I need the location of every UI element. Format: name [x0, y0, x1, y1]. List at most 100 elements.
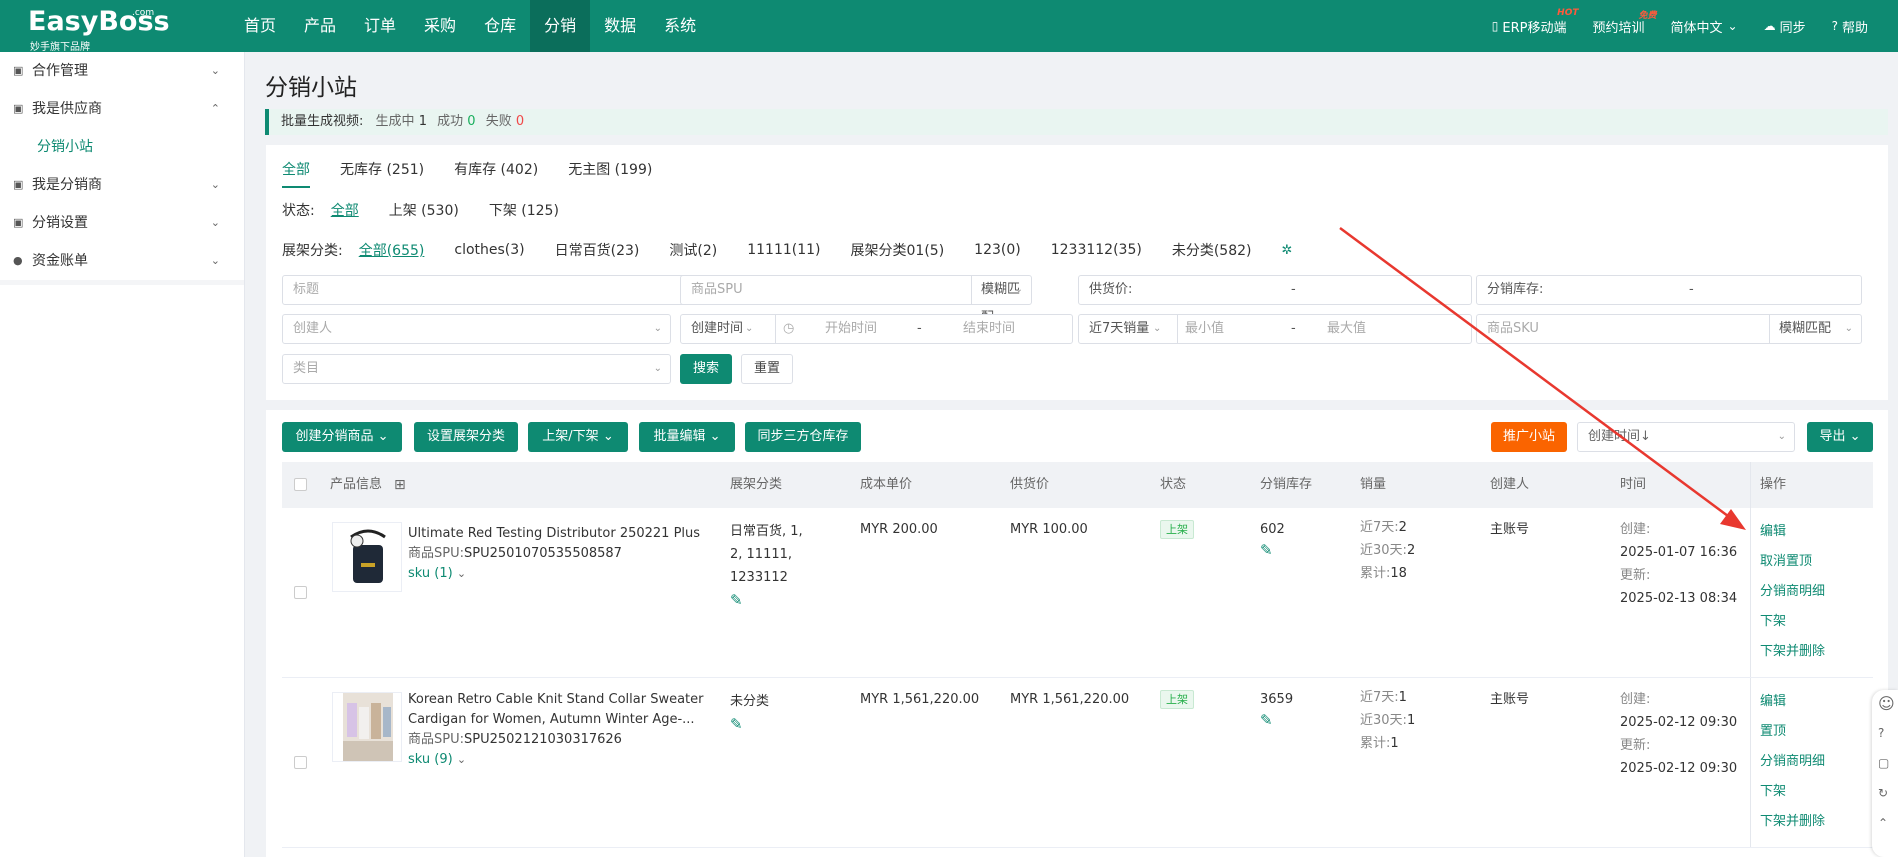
video-gen-notice: 批量生成视频: 生成中 1 成功 0 失败 0: [265, 109, 1888, 135]
product-thumbnail[interactable]: [332, 692, 402, 762]
product-name[interactable]: Korean Retro Cable Knit Stand Collar Swe…: [408, 690, 703, 710]
category-select[interactable]: 类目 ⌄: [282, 354, 671, 384]
erp-mobile-link[interactable]: ▯ ERP移动端 HOT: [1492, 8, 1579, 36]
nav-warehouse[interactable]: 仓库: [470, 0, 530, 52]
question-icon[interactable]: ?: [1878, 726, 1884, 740]
tab-all[interactable]: 全部: [282, 159, 310, 188]
title-input[interactable]: 标题: [282, 275, 686, 305]
product-name[interactable]: Ultimate Red Testing Distributor 250221 …: [408, 524, 700, 544]
sync-button[interactable]: ☁ 同步: [1764, 17, 1806, 36]
time-range-input[interactable]: 创建时间 ⌄ ◷ 开始时间 - 结束时间: [680, 314, 1073, 344]
product-name-line2[interactable]: Cardigan for Women, Autumn Winter Age-..…: [408, 710, 703, 730]
start-time-placeholder: 开始时间: [825, 321, 878, 336]
shelf-opt[interactable]: 测试(2): [669, 240, 717, 260]
shelf-opt[interactable]: 日常百货(23): [555, 240, 640, 260]
brand-logo[interactable]: EasyBoss .com 妙手旗下品牌: [28, 6, 170, 53]
sales-range-input[interactable]: 近7天销量 ⌄ 最小值 - 最大值: [1078, 314, 1472, 344]
nav-home[interactable]: 首页: [230, 0, 290, 52]
product-thumbnail[interactable]: [332, 522, 402, 592]
select-all-checkbox[interactable]: [294, 478, 307, 491]
tab-no-image[interactable]: 无主图 (199): [568, 159, 652, 188]
sidebar-item-settings[interactable]: ▣ 分销设置 ⌄: [0, 204, 244, 242]
create-product-button[interactable]: 创建分销商品 ⌄: [282, 422, 402, 452]
spu-input[interactable]: 商品SPU 模糊匹配 ⌄: [680, 275, 1032, 325]
sidebar-item-funds[interactable]: ● 资金账单 ⌄: [0, 242, 244, 280]
spu-placeholder: 商品SPU: [691, 282, 743, 297]
sidebar-item-supplier[interactable]: ▣ 我是供应商 ⌃: [0, 90, 244, 128]
chat-icon[interactable]: ▢: [1878, 756, 1889, 770]
batch-edit-button[interactable]: 批量编辑 ⌄: [639, 422, 735, 452]
refresh-icon[interactable]: ↻: [1878, 786, 1888, 800]
shelf-opt[interactable]: 全部(655): [359, 240, 425, 260]
edit-link[interactable]: 编辑: [1760, 522, 1786, 542]
status-on-shelf[interactable]: 上架 (530): [389, 200, 459, 220]
time-cell: 创建: 2025-02-12 09:30 更新: 2025-02-12 09:3…: [1620, 688, 1737, 780]
sidebar-item-cooperation[interactable]: ▣ 合作管理 ⌄: [0, 52, 244, 90]
nav-system[interactable]: 系统: [650, 0, 710, 52]
sku-toggle[interactable]: sku (9) ⌄: [408, 750, 703, 770]
tab-no-stock[interactable]: 无库存 (251): [340, 159, 424, 188]
expand-column-icon[interactable]: ⊞: [394, 462, 406, 508]
sku-input[interactable]: 商品SKU 模糊匹配 ⌄: [1476, 314, 1862, 344]
stock-range[interactable]: 分销库存: -: [1476, 275, 1862, 305]
sku-toggle[interactable]: sku (1) ⌄: [408, 564, 700, 584]
gear-icon[interactable]: ✲: [1281, 243, 1292, 258]
nav-order[interactable]: 订单: [350, 0, 410, 52]
status-off-shelf[interactable]: 下架 (125): [489, 200, 559, 220]
promote-site-button[interactable]: 推广小站: [1491, 422, 1567, 452]
range-dash: -: [1689, 282, 1694, 297]
reset-button[interactable]: 重置: [741, 354, 793, 384]
sku-match-select[interactable]: 模糊匹配: [1779, 315, 1831, 343]
shelf-opt[interactable]: 展架分类01(5): [851, 240, 945, 260]
nav-purchase[interactable]: 采购: [410, 0, 470, 52]
time-type-select[interactable]: 创建时间: [691, 321, 743, 336]
row-checkbox[interactable]: [294, 586, 307, 599]
take-down-delete-link[interactable]: 下架并删除: [1760, 812, 1825, 832]
column-divider: [1750, 462, 1751, 508]
shelf-opt[interactable]: 1233112(35): [1051, 242, 1142, 258]
help-button[interactable]: ? 帮助: [1832, 17, 1868, 36]
sort-select[interactable]: 创建时间↓ ⌄: [1577, 422, 1795, 452]
shelf-opt[interactable]: 11111(11): [747, 242, 820, 258]
edit-icon[interactable]: ✎: [1260, 540, 1285, 560]
sync-stock-button[interactable]: 同步三方仓库存: [745, 422, 861, 452]
take-down-link[interactable]: 下架: [1760, 782, 1786, 802]
row-checkbox[interactable]: [294, 756, 307, 769]
updown-button[interactable]: 上架/下架 ⌄: [528, 422, 628, 452]
sidebar-item-label: 分销设置: [32, 215, 88, 231]
support-avatar-icon[interactable]: ☺: [1878, 694, 1895, 713]
collapse-icon[interactable]: ⌃: [1878, 816, 1888, 830]
edit-icon[interactable]: ✎: [1260, 710, 1293, 730]
edit-icon[interactable]: ✎: [730, 589, 803, 612]
export-button[interactable]: 导出 ⌄: [1807, 422, 1873, 452]
shelf-opt[interactable]: 123(0): [974, 242, 1021, 258]
nav-distribution[interactable]: 分销: [530, 0, 591, 52]
supply-price-range[interactable]: 供货价: -: [1078, 275, 1472, 305]
search-button[interactable]: 搜索: [680, 354, 732, 384]
pin-link[interactable]: 置顶: [1760, 722, 1786, 742]
language-select[interactable]: 简体中文 ⌄: [1671, 17, 1738, 36]
distributor-detail-link[interactable]: 分销商明细: [1760, 752, 1825, 772]
edit-link[interactable]: 编辑: [1760, 692, 1786, 712]
status-all[interactable]: 全部: [331, 200, 359, 220]
unpin-link[interactable]: 取消置顶: [1760, 552, 1812, 572]
creator-select[interactable]: 创建人 ⌄: [282, 314, 671, 344]
edit-icon[interactable]: ✎: [730, 713, 769, 736]
sidebar-item-distributor[interactable]: ▣ 我是分销商 ⌄: [0, 166, 244, 204]
nav-data[interactable]: 数据: [590, 0, 650, 52]
shelf-opt[interactable]: 未分类(582): [1172, 240, 1252, 260]
shelf-opt[interactable]: clothes(3): [454, 242, 524, 258]
distributor-detail-link[interactable]: 分销商明细: [1760, 582, 1825, 602]
set-shelf-button[interactable]: 设置展架分类: [414, 422, 518, 452]
sales-period-select[interactable]: 近7天销量: [1089, 321, 1149, 336]
sidebar-subitem-distribution-site[interactable]: 分销小站: [0, 128, 244, 166]
take-down-delete-link[interactable]: 下架并删除: [1760, 642, 1825, 662]
chevron-down-icon: ⌄: [653, 323, 662, 334]
nav-product[interactable]: 产品: [290, 0, 350, 52]
spu-match-select[interactable]: 模糊匹配: [981, 276, 1031, 325]
chevron-down-icon: ⌄: [210, 216, 220, 229]
training-link[interactable]: 预约培训 免费: [1593, 11, 1657, 36]
take-down-link[interactable]: 下架: [1760, 612, 1786, 632]
tab-in-stock[interactable]: 有库存 (402): [454, 159, 538, 188]
filter-panel: 全部 无库存 (251) 有库存 (402) 无主图 (199) 状态: 全部 …: [266, 145, 1888, 400]
